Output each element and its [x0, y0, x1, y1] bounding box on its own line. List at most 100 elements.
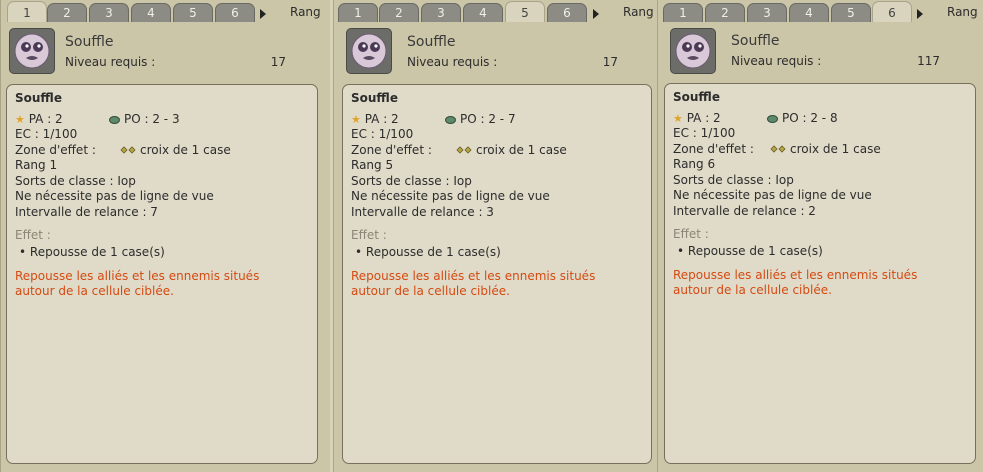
spell-panel-rank-1: 1 2 3 4 5 6 Rang Souffle Niveau requis :…	[0, 0, 330, 472]
tab-rank-6[interactable]: 6	[872, 1, 912, 23]
next-tab-arrow-icon[interactable]	[917, 9, 923, 19]
eye-icon	[445, 115, 456, 124]
spell-icon	[670, 28, 716, 74]
tab-rank-2[interactable]: 2	[379, 3, 419, 22]
level-required-value: 117	[917, 54, 940, 68]
tab-rank-3[interactable]: 3	[421, 3, 461, 22]
tab-rank-5[interactable]: 5	[831, 3, 871, 22]
description-line-1: Repousse les alliés et les ennemis situé…	[351, 268, 596, 283]
spell-name: Souffle	[407, 34, 456, 50]
spell-icon	[346, 28, 392, 74]
spell-description: Repousse les alliés et les ennemis situé…	[15, 269, 309, 300]
cooldown: Intervalle de relance : 7	[15, 204, 158, 219]
description-line-2: autour de la cellule ciblée.	[351, 284, 510, 298]
po-range: PO : 2 - 7	[460, 112, 516, 126]
spell-name: Souffle	[65, 34, 114, 50]
spell-header: Souffle Niveau requis : 17	[3, 22, 328, 80]
rank-tabs: 1 2 3 4 5 6 Rang	[334, 1, 657, 23]
level-required-label: Niveau requis :	[731, 54, 822, 68]
spell-description: Repousse les alliés et les ennemis situé…	[673, 268, 967, 299]
level-required-label: Niveau requis :	[65, 55, 156, 69]
effect-label: Effet :	[673, 227, 709, 241]
description-line-1: Repousse les alliés et les ennemis situé…	[15, 268, 260, 283]
tab-rank-2[interactable]: 2	[47, 3, 87, 22]
class-spells: Sorts de classe : Iop	[351, 173, 472, 188]
spell-icon	[9, 28, 55, 74]
spell-details: Souffle ★ PA : 2 PO : 2 - 7 EC : 1/100 Z…	[342, 84, 652, 464]
spell-details: Souffle ★ PA : 2 PO : 2 - 3 EC : 1/100 Z…	[6, 84, 318, 464]
zone-label: Zone d'effet :	[15, 142, 96, 157]
rank-text: Rang 5	[351, 158, 394, 172]
cooldown: Intervalle de relance : 2	[673, 203, 816, 218]
po-range: PO : 2 - 3	[124, 112, 180, 126]
eye-icon	[767, 114, 778, 123]
cost-range-row: ★ PA : 2 PO : 2 - 8	[673, 110, 967, 126]
effect-item: • Repousse de 1 case(s)	[19, 244, 165, 259]
tab-rank-4[interactable]: 4	[131, 3, 171, 22]
tab-rank-3[interactable]: 3	[89, 3, 129, 22]
tab-rank-5[interactable]: 5	[505, 1, 545, 23]
description-line-2: autour de la cellule ciblée.	[673, 283, 832, 297]
tab-rank-6[interactable]: 6	[215, 3, 255, 22]
rank-tabs: 1 2 3 4 5 6 Rang	[1, 1, 330, 23]
spell-title: Souffle	[673, 90, 720, 104]
pa-cost: PA : 2	[28, 112, 63, 126]
cross-zone-icon	[120, 146, 136, 154]
zone-row: Zone d'effet : croix de 1 case	[673, 142, 967, 158]
spell-panel-rank-5: 1 2 3 4 5 6 Rang Souffle Niveau requis :…	[333, 0, 657, 472]
zone-label: Zone d'effet :	[351, 142, 432, 157]
next-tab-arrow-icon[interactable]	[260, 9, 266, 19]
critical-chance: EC : 1/100	[351, 127, 414, 141]
po-range: PO : 2 - 8	[782, 111, 838, 125]
effect-item: • Repousse de 1 case(s)	[677, 243, 823, 258]
tab-rank-3[interactable]: 3	[747, 3, 787, 22]
cross-zone-icon	[456, 146, 472, 154]
line-of-sight: Ne nécessite pas de ligne de vue	[673, 188, 872, 202]
cross-zone-icon	[770, 145, 786, 153]
class-spells: Sorts de classe : Iop	[15, 173, 136, 188]
tab-rank-4[interactable]: 4	[463, 3, 503, 22]
line-of-sight: Ne nécessite pas de ligne de vue	[15, 189, 214, 203]
zone-row: Zone d'effet : croix de 1 case	[15, 143, 309, 159]
tab-rank-1[interactable]: 1	[663, 3, 703, 22]
tab-rank-2[interactable]: 2	[705, 3, 745, 22]
tab-rank-1[interactable]: 1	[7, 1, 47, 23]
eye-icon	[109, 115, 120, 124]
rank-text: Rang 6	[673, 157, 716, 171]
next-tab-arrow-icon[interactable]	[593, 9, 599, 19]
tab-rank-1[interactable]: 1	[338, 3, 378, 22]
description-line-2: autour de la cellule ciblée.	[15, 284, 174, 298]
pa-cost: PA : 2	[364, 112, 399, 126]
star-icon: ★	[15, 113, 25, 126]
effect-label: Effet :	[351, 228, 387, 242]
cost-range-row: ★ PA : 2 PO : 2 - 7	[351, 111, 643, 127]
spell-title: Souffle	[351, 91, 398, 105]
spell-title: Souffle	[15, 91, 62, 105]
line-of-sight: Ne nécessite pas de ligne de vue	[351, 189, 550, 203]
tab-rank-6[interactable]: 6	[547, 3, 587, 22]
star-icon: ★	[673, 112, 683, 125]
cooldown: Intervalle de relance : 3	[351, 204, 494, 219]
rang-label: Rang	[947, 5, 978, 19]
level-required-value: 17	[270, 55, 286, 69]
spell-details: Souffle ★ PA : 2 PO : 2 - 8 EC : 1/100 Z…	[664, 83, 976, 464]
description-line-1: Repousse les alliés et les ennemis situé…	[673, 267, 918, 282]
zone-value: croix de 1 case	[140, 142, 231, 157]
rang-label: Rang	[290, 5, 321, 19]
zone-value: croix de 1 case	[476, 142, 567, 157]
class-spells: Sorts de classe : Iop	[673, 172, 794, 187]
spell-header: Souffle Niveau requis : 17	[336, 22, 655, 80]
spell-name: Souffle	[731, 33, 780, 49]
tab-rank-4[interactable]: 4	[789, 3, 829, 22]
critical-chance: EC : 1/100	[673, 126, 736, 140]
spell-header: Souffle Niveau requis : 117	[660, 22, 981, 80]
critical-chance: EC : 1/100	[15, 127, 78, 141]
level-required-value: 17	[602, 55, 618, 69]
tab-rank-5[interactable]: 5	[173, 3, 213, 22]
rang-label: Rang	[623, 5, 654, 19]
rank-text: Rang 1	[15, 158, 58, 172]
pa-cost: PA : 2	[686, 111, 721, 125]
spell-panel-rank-6: 1 2 3 4 5 6 Rang Souffle Niveau requis :…	[657, 0, 983, 472]
cost-range-row: ★ PA : 2 PO : 2 - 3	[15, 111, 309, 127]
spell-description: Repousse les alliés et les ennemis situé…	[351, 269, 643, 300]
